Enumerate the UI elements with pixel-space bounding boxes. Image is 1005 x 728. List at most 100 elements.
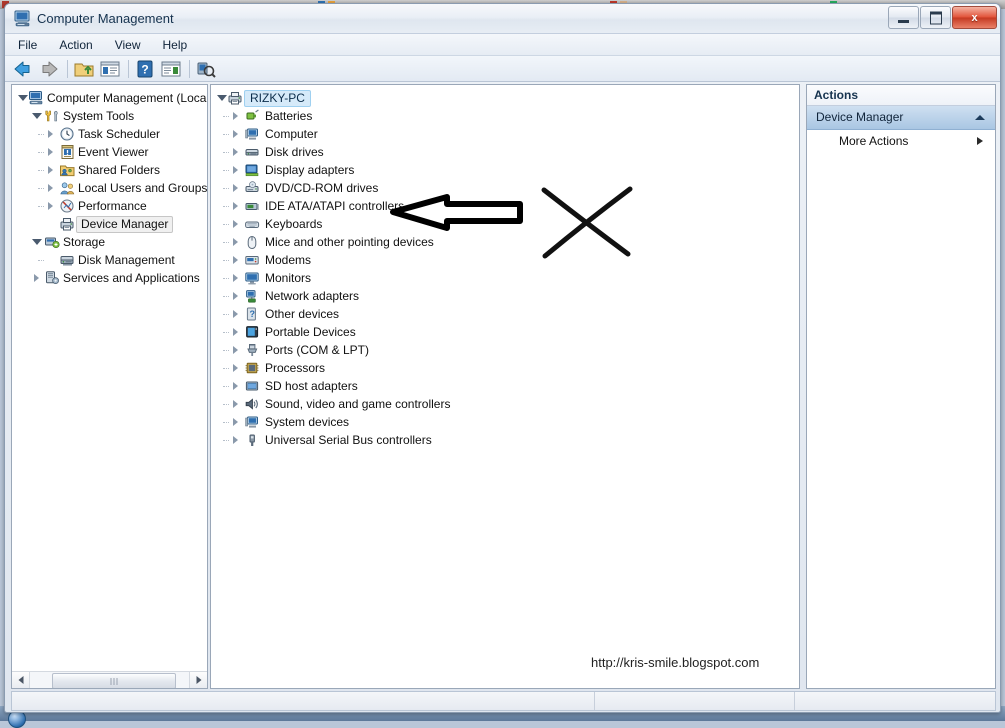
menu-item-help[interactable]: Help — [154, 36, 197, 54]
device-node-network-adapters[interactable]: Network adapters — [211, 287, 799, 305]
tree-node-shared-folders[interactable]: Shared Folders — [12, 161, 207, 179]
tree-connector — [223, 134, 229, 135]
device-node-ide-ata-atapi-controllers[interactable]: IDE ATA/ATAPI controllers — [211, 197, 799, 215]
port-icon — [245, 343, 260, 357]
tree-label-shared-folders: Shared Folders — [78, 163, 161, 177]
tree-node-local-users-and-groups[interactable]: Local Users and Groups — [12, 179, 207, 197]
show-action-pane-icon[interactable] — [159, 58, 183, 80]
hscroll-thumb[interactable] — [52, 673, 176, 688]
expand-toggle-icon[interactable] — [233, 130, 238, 138]
tree-node-computer-management[interactable]: Computer Management (Local — [12, 89, 207, 107]
device-node-mice-and-other-pointing-devices[interactable]: Mice and other pointing devices — [211, 233, 799, 251]
up-folder-icon[interactable] — [72, 58, 96, 80]
expand-toggle-icon[interactable] — [233, 166, 238, 174]
dvd-drive-icon — [245, 181, 260, 195]
expand-toggle-icon[interactable] — [48, 130, 53, 138]
expand-toggle-icon[interactable] — [32, 239, 42, 245]
device-node-computer[interactable]: Computer — [211, 125, 799, 143]
expand-toggle-icon[interactable] — [233, 238, 238, 246]
expand-toggle-icon[interactable] — [233, 220, 238, 228]
expand-toggle-icon[interactable] — [32, 113, 42, 119]
device-node-display-adapters[interactable]: Display adapters — [211, 161, 799, 179]
help-icon[interactable]: ? — [133, 58, 157, 80]
expand-toggle-icon[interactable] — [233, 148, 238, 156]
device-node-disk-drives[interactable]: Disk drives — [211, 143, 799, 161]
tree-node-device-manager[interactable]: Device Manager — [12, 215, 207, 233]
device-node-other-devices[interactable]: ? Other devices — [211, 305, 799, 323]
device-node-ports-com-lpt[interactable]: Ports (COM & LPT) — [211, 341, 799, 359]
expand-toggle-icon[interactable] — [233, 292, 238, 300]
expand-toggle-icon[interactable] — [34, 274, 39, 282]
computer-device-icon — [245, 127, 260, 141]
tree-node-performance[interactable]: Performance — [12, 197, 207, 215]
scroll-left-button[interactable] — [12, 672, 30, 688]
shared-folders-icon — [60, 163, 75, 177]
maximize-button[interactable] — [920, 6, 951, 29]
expand-toggle-icon[interactable] — [233, 112, 238, 120]
close-button[interactable]: x — [952, 6, 997, 29]
back-icon[interactable] — [11, 58, 35, 80]
device-node-modems[interactable]: Modems — [211, 251, 799, 269]
device-node-processors[interactable]: Processors — [211, 359, 799, 377]
tree-node-disk-management[interactable]: Disk Management — [12, 251, 207, 269]
tree-node-system-tools[interactable]: System Tools — [12, 107, 207, 125]
device-node-sound-video-and-game-controllers[interactable]: Sound, video and game controllers — [211, 395, 799, 413]
expand-toggle-icon[interactable] — [48, 166, 53, 174]
expand-toggle-icon[interactable] — [233, 184, 238, 192]
device-label: Disk drives — [265, 145, 324, 159]
device-node-universal-serial-bus-controllers[interactable]: Universal Serial Bus controllers — [211, 431, 799, 449]
tree-node-services-and-applications[interactable]: Services and Applications — [12, 269, 207, 287]
expand-toggle-icon[interactable] — [217, 95, 227, 101]
refresh-scan-icon[interactable] — [194, 58, 218, 80]
tree-node-task-scheduler[interactable]: Task Scheduler — [12, 125, 207, 143]
expand-toggle-icon[interactable] — [233, 310, 238, 318]
device-node-system-devices[interactable]: System devices — [211, 413, 799, 431]
forward-icon[interactable] — [37, 58, 61, 80]
title-bar[interactable]: Computer Management x — [5, 4, 1000, 34]
device-label: System devices — [265, 415, 350, 429]
menu-item-action[interactable]: Action — [50, 36, 101, 54]
tree-node-storage[interactable]: Storage — [12, 233, 207, 251]
expand-toggle-icon[interactable] — [233, 418, 238, 426]
tree-node-event-viewer[interactable]: Event Viewer — [12, 143, 207, 161]
expand-toggle-icon[interactable] — [233, 436, 238, 444]
device-node-dvd-cd-rom-drives[interactable]: DVD/CD-ROM drives — [211, 179, 799, 197]
minimize-button[interactable] — [888, 6, 919, 29]
device-node-batteries[interactable]: Batteries — [211, 107, 799, 125]
scroll-right-button[interactable] — [189, 672, 207, 688]
expand-toggle-icon[interactable] — [48, 148, 53, 156]
expand-toggle-icon[interactable] — [233, 274, 238, 282]
menu-item-file[interactable]: File — [9, 36, 46, 54]
chevron-up-icon[interactable] — [975, 115, 985, 120]
device-node-monitors[interactable]: Monitors — [211, 269, 799, 287]
device-label: Processors — [265, 361, 326, 375]
computer-node-icon — [228, 91, 243, 105]
expand-toggle-icon[interactable] — [233, 346, 238, 354]
expand-toggle-icon[interactable] — [18, 95, 28, 101]
device-node-keyboards[interactable]: Keyboards — [211, 215, 799, 233]
expand-toggle-icon[interactable] — [48, 202, 53, 210]
window-title: Computer Management — [37, 11, 174, 26]
ide-controller-icon — [245, 199, 260, 213]
expand-toggle-icon[interactable] — [233, 202, 238, 210]
expand-toggle-icon[interactable] — [233, 256, 238, 264]
expand-toggle-icon[interactable] — [48, 184, 53, 192]
expand-toggle-icon[interactable] — [233, 382, 238, 390]
menu-item-view[interactable]: View — [106, 36, 150, 54]
actions-group-device-manager[interactable]: Device Manager — [807, 106, 995, 130]
expand-toggle-icon[interactable] — [233, 400, 238, 408]
actions-group-label: Device Manager — [816, 110, 904, 124]
device-node-portable-devices[interactable]: Portable Devices — [211, 323, 799, 341]
expand-toggle-icon[interactable] — [233, 364, 238, 372]
show-console-tree-icon[interactable] — [98, 58, 122, 80]
sound-icon — [245, 397, 260, 411]
hscroll-track[interactable] — [30, 672, 189, 688]
window-controls: x — [887, 6, 997, 29]
toolbar-separator-2 — [128, 59, 129, 78]
action-more-actions[interactable]: More Actions — [807, 130, 995, 152]
chevron-right-icon — [977, 137, 983, 145]
console-tree-hscrollbar[interactable] — [12, 671, 207, 688]
expand-toggle-icon[interactable] — [233, 328, 238, 336]
device-node-root[interactable]: RIZKY-PC — [211, 89, 799, 107]
device-node-sd-host-adapters[interactable]: SD host adapters — [211, 377, 799, 395]
